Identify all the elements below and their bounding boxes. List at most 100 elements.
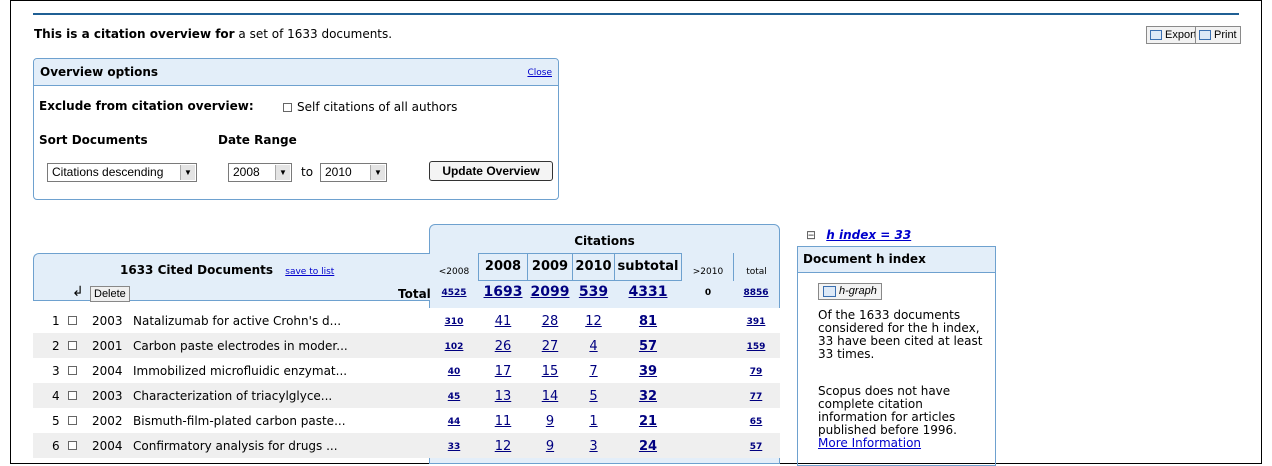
total-after-2010: 0 xyxy=(704,288,712,298)
date-range-label: Date Range xyxy=(218,133,297,147)
cell-before-2008[interactable]: 102 xyxy=(430,342,478,352)
cell-2008[interactable]: 41 xyxy=(478,314,528,329)
cell-2010[interactable]: 5 xyxy=(572,389,615,404)
row-checkbox[interactable] xyxy=(68,416,77,425)
export-icon xyxy=(1150,30,1162,40)
row-title[interactable]: Natalizumab for active Crohn's d... xyxy=(133,314,341,328)
total-2008[interactable]: 1693 xyxy=(478,284,528,300)
cell-subtotal[interactable]: 57 xyxy=(614,339,682,354)
cell-before-2008[interactable]: 33 xyxy=(430,442,478,452)
cell-2010[interactable]: 7 xyxy=(572,364,615,379)
cell-2008[interactable]: 17 xyxy=(478,364,528,379)
h-graph-button[interactable]: h-graph xyxy=(818,283,882,300)
print-button[interactable]: Print xyxy=(1195,26,1241,44)
row-title[interactable]: Immobilized microfluidic enzymat... xyxy=(133,364,347,378)
row-title[interactable]: Carbon paste electrodes in moder... xyxy=(133,339,348,353)
to-label: to xyxy=(301,165,314,179)
row-checkbox[interactable] xyxy=(68,391,77,400)
chevron-down-icon: ▼ xyxy=(180,165,195,180)
export-button[interactable]: Export xyxy=(1146,26,1201,44)
total-subtotal[interactable]: 4331 xyxy=(614,284,682,300)
cell-total[interactable]: 159 xyxy=(733,342,779,352)
cell-2010[interactable]: 3 xyxy=(572,439,615,454)
cell-subtotal[interactable]: 24 xyxy=(614,439,682,454)
cell-total[interactable]: 391 xyxy=(733,317,779,327)
row-checkbox[interactable] xyxy=(68,441,77,450)
h-index-panel: Document h index h-graph Of the 1633 doc… xyxy=(797,246,996,466)
cell-2010[interactable]: 1 xyxy=(572,414,615,429)
cell-2008[interactable]: 12 xyxy=(478,439,528,454)
total-overall[interactable]: 8856 xyxy=(733,288,779,298)
cell-2008[interactable]: 11 xyxy=(478,414,528,429)
cell-subtotal[interactable]: 21 xyxy=(614,414,682,429)
row-year: 2001 xyxy=(92,339,123,353)
self-citations-checkbox[interactable] xyxy=(283,102,292,112)
header-subtotal: subtotal xyxy=(614,253,682,281)
more-information-link[interactable]: More Information xyxy=(818,437,988,450)
cell-2009[interactable]: 9 xyxy=(527,414,573,429)
total-2009[interactable]: 2099 xyxy=(527,284,573,300)
cell-subtotal[interactable]: 39 xyxy=(614,364,682,379)
row-number: 6 xyxy=(52,439,60,453)
cell-total[interactable]: 57 xyxy=(733,442,779,452)
cell-total[interactable]: 77 xyxy=(733,392,779,402)
row-checkbox[interactable] xyxy=(68,341,77,350)
collapse-icon[interactable]: ⊟ xyxy=(806,228,816,242)
overview-options-header: Overview options Close xyxy=(34,59,558,86)
to-year-select[interactable]: 2010 ▼ xyxy=(320,163,387,182)
cell-2009[interactable]: 14 xyxy=(527,389,573,404)
header-2008: 2008 xyxy=(478,253,528,281)
row-year: 2004 xyxy=(92,439,123,453)
cell-before-2008[interactable]: 44 xyxy=(430,417,478,427)
from-year-select[interactable]: 2008 ▼ xyxy=(228,163,292,182)
total-2010[interactable]: 539 xyxy=(572,284,615,300)
row-year: 2003 xyxy=(92,389,123,403)
cell-subtotal[interactable]: 81 xyxy=(614,314,682,329)
citations-title: Citations xyxy=(574,234,635,248)
header-total: total xyxy=(733,253,779,281)
cell-2010[interactable]: 12 xyxy=(572,314,615,329)
row-number: 3 xyxy=(52,364,60,378)
h-index-heading[interactable]: ⊟ h index = 33 xyxy=(806,228,911,242)
h-index-value[interactable]: h index = 33 xyxy=(826,228,911,242)
row-checkbox[interactable] xyxy=(68,316,77,325)
to-year-value: 2010 xyxy=(325,165,352,179)
row-checkbox[interactable] xyxy=(68,366,77,375)
exclude-label: Exclude from citation overview: xyxy=(39,99,254,113)
cell-subtotal[interactable]: 32 xyxy=(614,389,682,404)
cell-2010[interactable]: 4 xyxy=(572,339,615,354)
graph-icon xyxy=(823,286,836,297)
self-citations-option[interactable]: Self citations of all authors xyxy=(283,100,457,114)
sort-select[interactable]: Citations descending ▼ xyxy=(47,163,197,182)
cell-total[interactable]: 65 xyxy=(733,417,779,427)
cell-2008[interactable]: 13 xyxy=(478,389,528,404)
cited-documents-title: 1633 Cited Documents save to list xyxy=(120,263,334,277)
citation-coverage-note: Scopus does not have complete citation i… xyxy=(818,384,957,437)
cell-total[interactable]: 79 xyxy=(733,367,779,377)
cell-2008[interactable]: 26 xyxy=(478,339,528,354)
header-2009: 2009 xyxy=(527,253,573,281)
cell-2009[interactable]: 15 xyxy=(527,364,573,379)
close-link[interactable]: Close xyxy=(527,68,552,78)
row-year: 2003 xyxy=(92,314,123,328)
row-title[interactable]: Bismuth-film-plated carbon paste... xyxy=(133,414,346,428)
cell-2009[interactable]: 28 xyxy=(527,314,573,329)
h-graph-label: h-graph xyxy=(839,285,877,297)
h-index-box-title: Document h index xyxy=(798,247,995,273)
total-before-2008[interactable]: 4525 xyxy=(430,288,478,298)
row-number: 5 xyxy=(52,414,60,428)
h-index-description: Of the 1633 documents considered for the… xyxy=(818,308,983,361)
save-to-list-link[interactable]: save to list xyxy=(285,267,334,277)
cell-2009[interactable]: 9 xyxy=(527,439,573,454)
delete-button[interactable]: Delete xyxy=(90,286,130,302)
self-citations-label: Self citations of all authors xyxy=(297,100,458,114)
cell-before-2008[interactable]: 310 xyxy=(430,317,478,327)
cell-before-2008[interactable]: 45 xyxy=(430,392,478,402)
overview-options-title: Overview options xyxy=(40,65,159,79)
update-overview-button[interactable]: Update Overview xyxy=(429,161,553,181)
row-title[interactable]: Confirmatory analysis for drugs ... xyxy=(133,439,338,453)
cell-2009[interactable]: 27 xyxy=(527,339,573,354)
cell-before-2008[interactable]: 40 xyxy=(430,367,478,377)
top-rule xyxy=(33,13,1239,15)
row-title[interactable]: Characterization of triacylglyce... xyxy=(133,389,332,403)
